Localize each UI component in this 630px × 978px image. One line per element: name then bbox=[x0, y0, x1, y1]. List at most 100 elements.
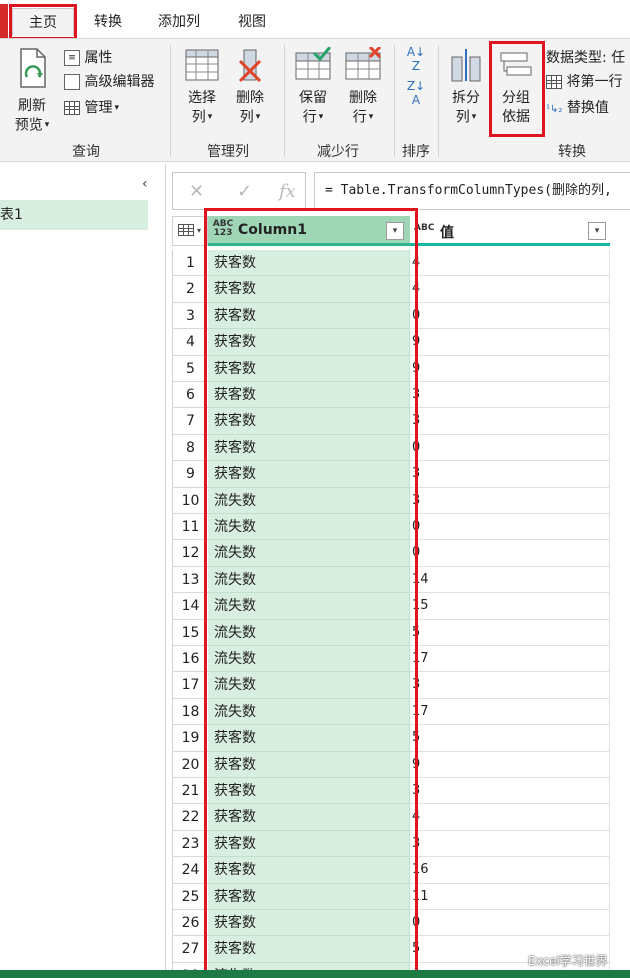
row-number[interactable]: 27 bbox=[172, 936, 208, 963]
keep-rows-label-2: 行 ▾ bbox=[302, 109, 324, 126]
row-number[interactable]: 25 bbox=[172, 883, 208, 910]
cell-value[interactable]: 9 bbox=[410, 355, 610, 382]
cell-value[interactable]: 4 bbox=[410, 250, 610, 277]
cell-value[interactable]: 5 bbox=[410, 725, 610, 752]
cell-value[interactable]: 0 bbox=[410, 514, 610, 541]
cell-value[interactable]: 0 bbox=[410, 434, 610, 462]
highlight-column1 bbox=[204, 208, 418, 976]
confirm-icon[interactable]: ✓ bbox=[237, 181, 252, 202]
manage-icon bbox=[64, 101, 80, 115]
refresh-icon bbox=[20, 48, 46, 88]
sort-ascending-button[interactable]: A↓ Z bbox=[402, 45, 430, 73]
remove-rows-icon bbox=[345, 45, 382, 80]
row-number[interactable]: 12 bbox=[172, 540, 208, 567]
group-sort-label: 排序 bbox=[402, 144, 430, 160]
query-item[interactable]: 表1 bbox=[0, 200, 148, 230]
row-number[interactable]: 6 bbox=[172, 382, 208, 409]
row-number[interactable]: 11 bbox=[172, 514, 208, 541]
cell-value[interactable]: 3 bbox=[410, 408, 610, 435]
sort-descending-button[interactable]: Z↓ A bbox=[402, 79, 430, 107]
row-number[interactable]: 23 bbox=[172, 830, 208, 858]
cell-value[interactable]: 0 bbox=[410, 910, 610, 937]
row-number[interactable]: 16 bbox=[172, 646, 208, 673]
value-filter-button[interactable]: ▾ bbox=[588, 222, 606, 240]
cell-value[interactable]: 0 bbox=[410, 540, 610, 567]
remove-columns-label-1: 删除 bbox=[236, 90, 264, 106]
sort-ascending-icon: A↓ Z bbox=[406, 45, 426, 73]
row-number[interactable]: 8 bbox=[172, 434, 208, 462]
manage-button[interactable]: 管理 ▾ bbox=[64, 99, 119, 117]
row-number[interactable]: 14 bbox=[172, 593, 208, 620]
row-number[interactable]: 19 bbox=[172, 725, 208, 752]
first-row-icon bbox=[546, 75, 562, 89]
cell-value[interactable]: 15 bbox=[410, 593, 610, 620]
highlight-home-tab bbox=[9, 4, 77, 40]
cell-value[interactable]: 3 bbox=[410, 382, 610, 409]
ribbon-separator bbox=[170, 45, 171, 157]
table-menu-button[interactable]: ▾ bbox=[172, 216, 208, 246]
split-column-button[interactable]: 拆分 列 ▾ bbox=[446, 47, 486, 128]
column-header-value[interactable]: ABC 值 ▾ bbox=[410, 216, 610, 246]
tab-add-column[interactable]: 添加列 bbox=[146, 8, 212, 36]
cell-value[interactable]: 16 bbox=[410, 857, 610, 884]
row-number[interactable]: 20 bbox=[172, 751, 208, 778]
remove-rows-button[interactable]: 删除 行 ▾ bbox=[340, 45, 386, 128]
choose-columns-button[interactable]: 选择 列 ▾ bbox=[180, 47, 224, 128]
highlight-group-by bbox=[489, 41, 545, 137]
row-number[interactable]: 1 bbox=[172, 250, 208, 277]
fx-icon[interactable]: fx bbox=[279, 181, 296, 202]
advanced-editor-button[interactable]: 高级编辑器 bbox=[64, 73, 154, 91]
row-number[interactable]: 26 bbox=[172, 910, 208, 937]
row-number[interactable]: 21 bbox=[172, 778, 208, 805]
formula-input[interactable]: = Table.TransformColumnTypes(删除的列, bbox=[314, 172, 630, 210]
value-column-name: 值 bbox=[440, 225, 454, 241]
cell-value[interactable]: 4 bbox=[410, 276, 610, 303]
row-number[interactable]: 18 bbox=[172, 698, 208, 726]
cell-value[interactable]: 3 bbox=[410, 778, 610, 805]
row-number[interactable]: 3 bbox=[172, 302, 208, 330]
cell-value[interactable]: 3 bbox=[410, 830, 610, 858]
use-first-row-button[interactable]: 将第一行 bbox=[546, 73, 622, 91]
cell-value[interactable]: 14 bbox=[410, 566, 610, 594]
tab-view[interactable]: 视图 bbox=[224, 8, 280, 36]
row-number[interactable]: 4 bbox=[172, 329, 208, 356]
row-number[interactable]: 17 bbox=[172, 672, 208, 699]
cell-value[interactable]: 5 bbox=[410, 619, 610, 646]
keep-rows-button[interactable]: 保留 行 ▾ bbox=[290, 46, 336, 128]
row-number[interactable]: 15 bbox=[172, 619, 208, 646]
collapse-pane-icon[interactable]: ‹ bbox=[142, 176, 148, 192]
cell-value[interactable]: 17 bbox=[410, 646, 610, 673]
refresh-preview-button[interactable]: 刷新 预览 ▾ bbox=[8, 47, 56, 136]
row-number[interactable]: 5 bbox=[172, 355, 208, 382]
tab-transform[interactable]: 转换 bbox=[80, 8, 136, 36]
sort-descending-icon: Z↓ A bbox=[406, 79, 426, 107]
queries-pane bbox=[0, 164, 166, 978]
cancel-icon[interactable]: ✕ bbox=[189, 181, 204, 202]
row-number[interactable]: 9 bbox=[172, 461, 208, 488]
cell-value[interactable]: 9 bbox=[410, 329, 610, 356]
data-type-dropdown[interactable]: 数据类型: 任 bbox=[546, 49, 625, 67]
keep-rows-label-1: 保留 bbox=[299, 90, 327, 106]
choose-columns-label-1: 选择 bbox=[188, 90, 216, 106]
remove-rows-label-2: 行 ▾ bbox=[352, 109, 374, 126]
replace-values-icon: ¹↳₂ bbox=[546, 104, 563, 115]
remove-columns-button[interactable]: 删除 列 ▾ bbox=[228, 47, 272, 128]
row-number[interactable]: 13 bbox=[172, 566, 208, 594]
row-number[interactable]: 24 bbox=[172, 857, 208, 884]
row-number[interactable]: 22 bbox=[172, 804, 208, 831]
cell-value[interactable]: 0 bbox=[410, 302, 610, 330]
advanced-editor-icon bbox=[64, 74, 80, 90]
row-number[interactable]: 2 bbox=[172, 276, 208, 303]
properties-button[interactable]: ≡ 属性 bbox=[64, 49, 112, 67]
cell-value[interactable]: 3 bbox=[410, 461, 610, 488]
cell-value[interactable]: 17 bbox=[410, 698, 610, 726]
cell-value[interactable]: 4 bbox=[410, 804, 610, 831]
cell-value[interactable]: 11 bbox=[410, 883, 610, 910]
group-query-label: 查询 bbox=[72, 144, 100, 160]
cell-value[interactable]: 3 bbox=[410, 672, 610, 699]
row-number[interactable]: 10 bbox=[172, 487, 208, 514]
replace-values-button[interactable]: ¹↳₂ 替换值 bbox=[546, 99, 609, 119]
cell-value[interactable]: 9 bbox=[410, 751, 610, 778]
cell-value[interactable]: 3 bbox=[410, 487, 610, 514]
row-number[interactable]: 7 bbox=[172, 408, 208, 435]
